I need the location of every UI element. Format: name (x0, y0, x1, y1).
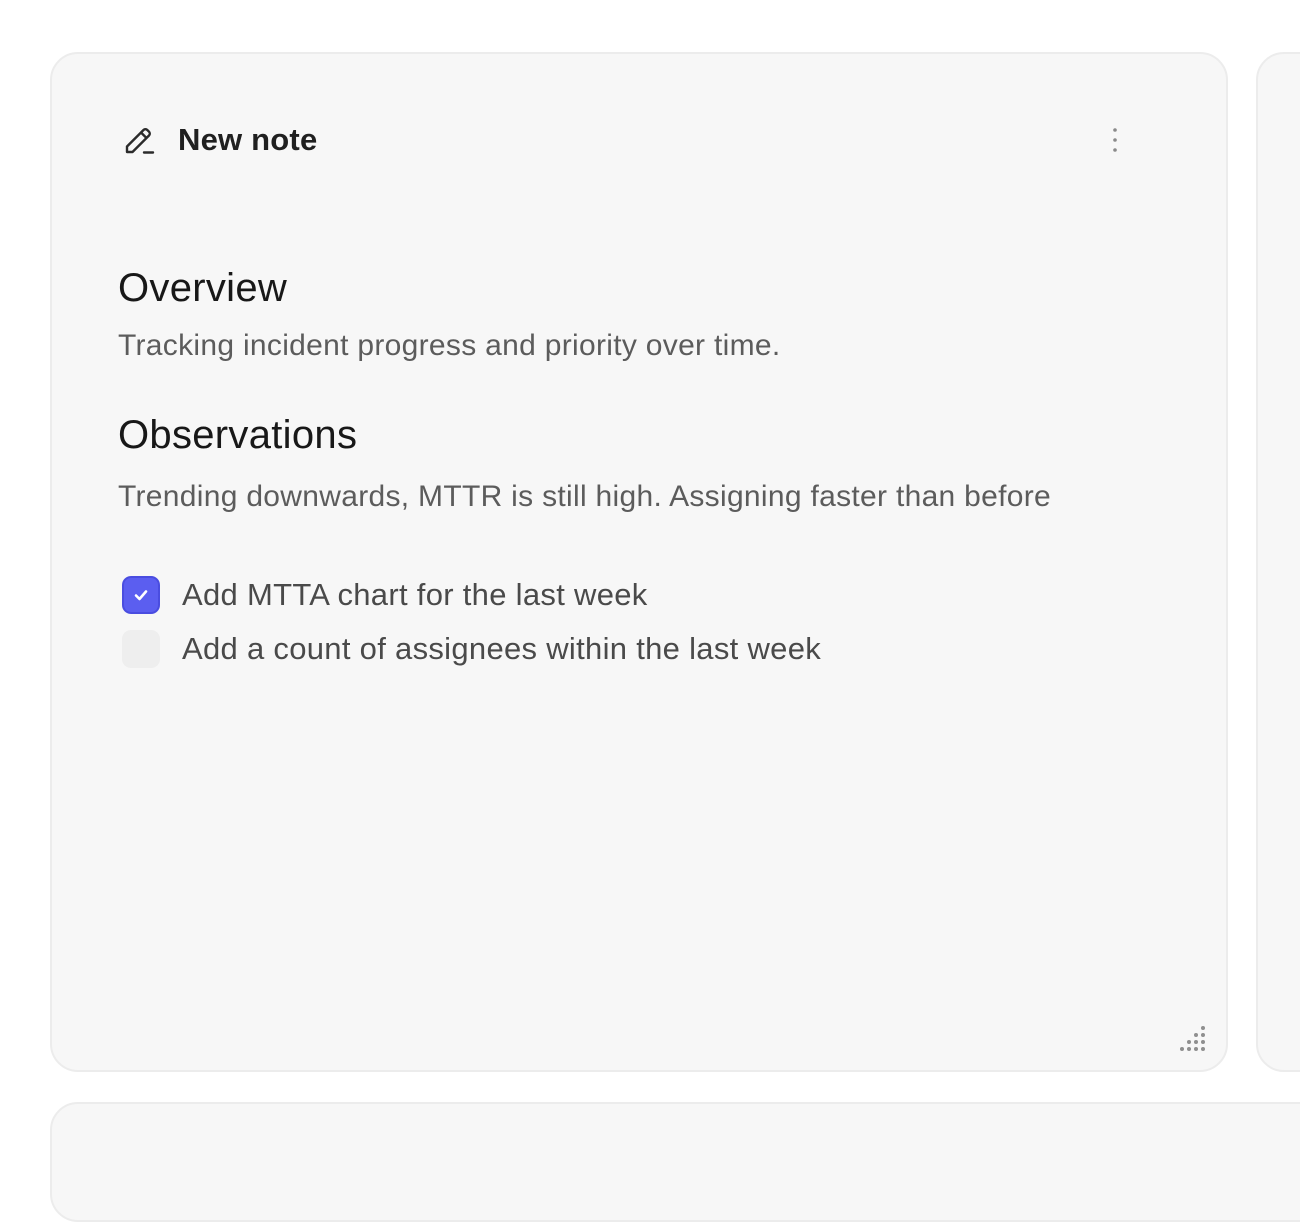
todo-checkbox-unchecked[interactable] (122, 630, 160, 668)
pencil-icon (125, 128, 155, 154)
note-content[interactable]: Overview Tracking incident progress and … (118, 262, 1108, 676)
note-header: New note (122, 120, 317, 160)
overview-text: Tracking incident progress and priority … (118, 329, 781, 362)
todo-item: Add a count of assignees within the last… (118, 622, 1108, 676)
check-icon (134, 590, 148, 601)
todo-label[interactable]: Add a count of assignees within the last… (182, 631, 821, 667)
adjacent-card-right (1256, 52, 1300, 1072)
observations-heading: Observations (118, 413, 358, 457)
overview-heading: Overview (118, 266, 288, 310)
note-card: New note Overview Tracking incident prog… (50, 52, 1228, 1072)
more-options-button[interactable] (1104, 120, 1126, 160)
todo-checkbox-checked[interactable] (122, 576, 160, 614)
todo-label[interactable]: Add MTTA chart for the last week (182, 577, 648, 613)
todo-list: Add MTTA chart for the last week Add a c… (118, 568, 1108, 676)
observations-text: Trending downwards, MTTR is still high. … (118, 480, 1052, 513)
resize-grip-icon[interactable] (1174, 1022, 1210, 1058)
todo-item: Add MTTA chart for the last week (118, 568, 1108, 622)
note-title[interactable]: New note (178, 122, 317, 158)
more-vertical-icon (1113, 128, 1117, 152)
adjacent-card-below (50, 1102, 1300, 1222)
